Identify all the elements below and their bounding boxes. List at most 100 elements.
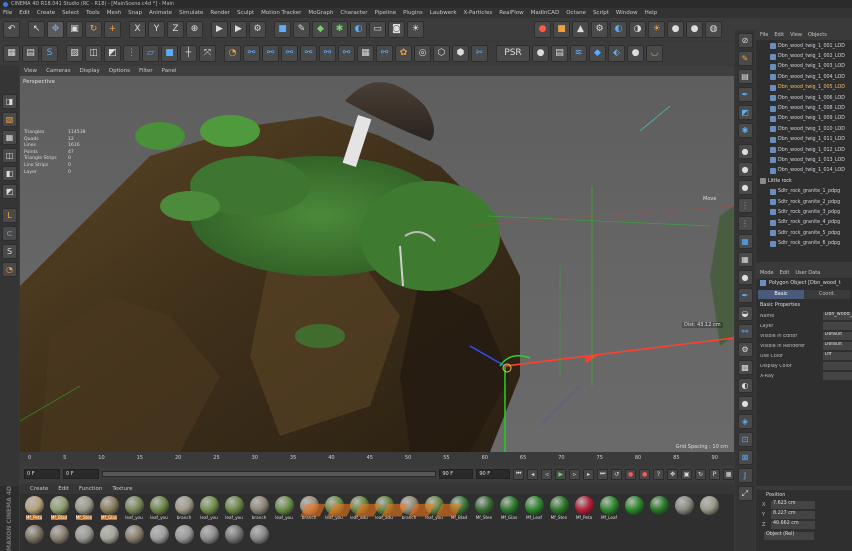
object-row[interactable]: Sdtr_rock_granite_5_pdpg xyxy=(756,228,852,238)
object-row[interactable]: Dbn_wood_twig_1_012_LOD xyxy=(756,145,852,155)
menu-script[interactable]: Script xyxy=(593,10,609,16)
model-tool-icon[interactable]: ◨ xyxy=(2,94,17,109)
solo-toggle-icon[interactable]: ● xyxy=(532,44,549,62)
right-tool-2-icon[interactable]: ✎ xyxy=(737,51,753,66)
object-row[interactable]: Dbn_wood_twig_1_004_LOD xyxy=(756,72,852,82)
scale-tool-icon[interactable]: ▣ xyxy=(66,20,83,38)
octane-glossy-icon[interactable]: ● xyxy=(686,20,703,38)
cloth-icon[interactable]: ▦ xyxy=(357,44,374,62)
octane-material-icon[interactable]: ◐ xyxy=(610,20,627,38)
subdivision-icon[interactable]: ◆ xyxy=(312,20,329,38)
floor-icon[interactable]: ▭ xyxy=(369,20,386,38)
material-swatch[interactable]: Mf_Sten xyxy=(72,496,96,522)
snap-icon[interactable]: ◔ xyxy=(224,44,241,62)
menu-mograph[interactable]: MoGraph xyxy=(308,10,333,16)
axis-mode-icon[interactable]: ┼ xyxy=(180,44,197,62)
previous-frame-icon[interactable]: ◃ xyxy=(541,468,553,480)
paint-icon[interactable]: ● xyxy=(627,44,644,62)
rotate-tool-icon[interactable]: ↻ xyxy=(85,20,102,38)
object-row[interactable]: Dbn_wood_twig_1_014_LOD xyxy=(756,166,852,176)
go-to-start-icon[interactable]: ⏮ xyxy=(513,468,525,480)
record-icon[interactable]: ● xyxy=(625,468,637,480)
material-swatch[interactable]: leaf_you xyxy=(272,496,296,522)
attribute-value[interactable]: Off xyxy=(822,352,852,360)
object-menu-objects[interactable]: Objects xyxy=(808,32,827,38)
menu-file[interactable]: File xyxy=(3,10,12,16)
right-tool-20-icon[interactable]: ◐ xyxy=(737,378,753,393)
menu-realflow[interactable]: RealFlow xyxy=(499,10,523,16)
mesh-mode-icon[interactable]: ◩ xyxy=(104,44,121,62)
enable-snap-icon[interactable]: ◔ xyxy=(2,262,17,277)
material-swatch[interactable]: Mf_Leaf xyxy=(597,496,621,522)
right-tool-16-icon[interactable]: ◒ xyxy=(737,306,753,321)
material-swatch[interactable]: leaf_you xyxy=(147,496,171,522)
max-frame-field[interactable]: 90 F xyxy=(476,469,511,479)
menu-simulate[interactable]: Simulate xyxy=(179,10,203,16)
go-to-end-icon[interactable]: ⏭ xyxy=(597,468,609,480)
x-axis-lock-icon[interactable]: X xyxy=(129,20,146,38)
current-frame-field[interactable]: 0 F xyxy=(62,469,99,479)
material-swatch[interactable]: Mf_Peta xyxy=(22,496,46,522)
timeline-ruler[interactable]: 0 5 10 15 20 25 30 35 40 45 50 55 60 65 70 75 80 85 90 xyxy=(20,452,734,466)
octane-object-icon[interactable]: ◑ xyxy=(629,20,646,38)
sphere-tool-icon[interactable]: ◎ xyxy=(414,44,431,62)
right-tool-3-icon[interactable]: ▤ xyxy=(737,69,753,84)
material-swatch[interactable]: Mf_Blad xyxy=(47,496,71,522)
s-plugin-icon[interactable]: S xyxy=(41,44,58,62)
model-mode-icon[interactable]: ◫ xyxy=(85,44,102,62)
menu-window[interactable]: Window xyxy=(616,10,638,16)
octane-sphere-icon[interactable]: ● xyxy=(667,20,684,38)
right-tool-23-icon[interactable]: ⊡ xyxy=(737,432,753,447)
material-swatch[interactable] xyxy=(697,496,721,522)
right-tool-8-icon[interactable]: ● xyxy=(737,162,753,177)
material-menu-function[interactable]: Function xyxy=(79,486,102,492)
z-axis-lock-icon[interactable]: Z xyxy=(167,20,184,38)
coordinate-value-field[interactable]: 8.227 cm xyxy=(771,511,815,519)
autokey-icon[interactable]: ● xyxy=(639,468,651,480)
camera-icon[interactable]: ◙ xyxy=(388,20,405,38)
material-swatch[interactable] xyxy=(622,496,646,522)
material-swatch[interactable] xyxy=(72,524,96,551)
object-group-row[interactable]: Little rock xyxy=(756,176,852,186)
menu-plugins[interactable]: Plugins xyxy=(403,10,423,16)
scale-key-icon[interactable]: ▣ xyxy=(681,468,693,480)
make-editable-icon[interactable]: ▨ xyxy=(66,44,83,62)
object-menu-edit[interactable]: Edit xyxy=(774,32,784,38)
axis-tool-icon[interactable]: L xyxy=(2,208,17,223)
node4-icon[interactable]: ⚯ xyxy=(319,44,336,62)
deformer-icon[interactable]: ◐ xyxy=(350,20,367,38)
object-row[interactable]: Sdtr_rock_granite_6_pdpg xyxy=(756,238,852,248)
edges-mode-icon[interactable]: ▱ xyxy=(142,44,159,62)
tab-basic[interactable]: Basic xyxy=(758,290,804,299)
object-row[interactable]: Dbn_wood_twig_1_010_LOD xyxy=(756,124,852,134)
right-tool-11-icon[interactable]: ⋮ xyxy=(737,216,753,231)
emitter-icon[interactable]: ✿ xyxy=(395,44,412,62)
s-tool-icon[interactable]: S xyxy=(2,244,17,259)
menu-pipeline[interactable]: Pipeline xyxy=(375,10,397,16)
perspective-viewport[interactable]: Perspective Triangles 114538 Quads 12 Lines 1… xyxy=(20,76,734,452)
right-tool-10-icon[interactable]: ⋮ xyxy=(737,198,753,213)
node5-icon[interactable]: ⚯ xyxy=(338,44,355,62)
right-tool-24-icon[interactable]: ⊠ xyxy=(737,450,753,465)
select-cursor-icon[interactable]: ↖ xyxy=(28,20,45,38)
menu-create[interactable]: Create xyxy=(37,10,55,16)
object-row[interactable]: Dbn_wood_twig_1_002_LOD xyxy=(756,51,852,61)
object-row[interactable]: Dbn_wood_twig_1_013_LOD xyxy=(756,155,852,165)
right-tool-21-icon[interactable]: ● xyxy=(737,396,753,411)
attribute-value[interactable] xyxy=(822,322,852,330)
coordinate-mode-select[interactable]: Object (Rel) xyxy=(764,532,814,540)
script-icon[interactable]: ▤ xyxy=(22,44,39,62)
coordinate-value-field[interactable]: 40.662 cm xyxy=(771,521,815,529)
next-frame-icon[interactable]: ▹ xyxy=(569,468,581,480)
octane-sun-icon[interactable]: ☀ xyxy=(648,20,665,38)
right-tool-12-icon[interactable]: ▦ xyxy=(737,234,753,249)
particles-icon[interactable]: ⚯ xyxy=(376,44,393,62)
xpresso-icon[interactable]: ⚯ xyxy=(243,44,260,62)
object-row[interactable]: Sdtr_rock_granite_1_pdpg xyxy=(756,186,852,196)
object-row[interactable]: Dbn_wood_twig_1_008_LOD xyxy=(756,103,852,113)
spline-pen-icon[interactable]: ✎ xyxy=(293,20,310,38)
material-swatch[interactable]: leaf_you xyxy=(122,496,146,522)
right-tool-9-icon[interactable]: ● xyxy=(737,180,753,195)
right-tool-25-icon[interactable]: J xyxy=(737,468,753,483)
octane-settings-icon[interactable]: ■ xyxy=(553,20,570,38)
